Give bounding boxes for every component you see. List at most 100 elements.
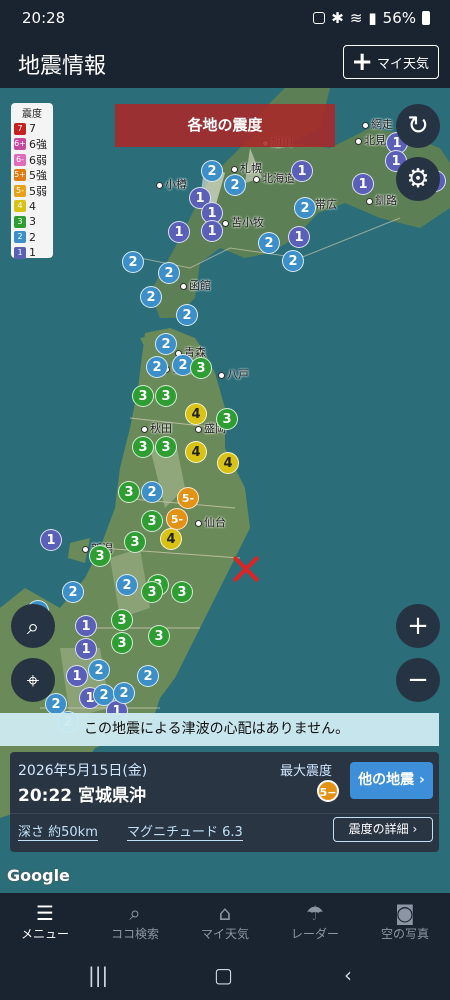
intensity-marker[interactable]: 3	[111, 632, 133, 654]
signal-icon: ▮	[368, 9, 377, 27]
home-button-icon[interactable]: ▢	[214, 963, 233, 987]
minus-icon: −	[407, 665, 429, 695]
google-logo: Google	[7, 866, 70, 885]
intensity-marker[interactable]: 3	[141, 581, 163, 603]
intensity-marker[interactable]: 2	[294, 197, 316, 219]
intensity-marker[interactable]: 2	[141, 481, 163, 503]
epicenter-marker	[231, 554, 261, 584]
add-my-weather-button[interactable]: + マイ天気	[343, 45, 439, 79]
intensity-marker[interactable]: 3	[155, 385, 177, 407]
recent-apps-icon[interactable]: |||	[88, 963, 108, 987]
intensity-marker[interactable]: 2	[155, 333, 177, 355]
intensity-marker[interactable]: 1	[75, 638, 97, 660]
intensity-banner: 各地の震度	[115, 104, 335, 147]
intensity-marker[interactable]: 3	[216, 408, 238, 430]
zoom-out-button[interactable]: −	[396, 658, 440, 702]
intensity-marker[interactable]: 2	[176, 304, 198, 326]
intensity-marker[interactable]: 4	[160, 528, 182, 550]
status-bar: 20:28 ✱ ≋ ▮ 56%	[0, 0, 450, 36]
search-icon: ⌕	[26, 615, 40, 640]
nav-label: マイ天気	[200, 927, 249, 941]
legend-label: 5弱	[29, 184, 47, 198]
intensity-marker[interactable]: 3	[111, 609, 133, 631]
quake-magnitude-link[interactable]: マグニチュード 6.3	[127, 821, 243, 841]
my-weather-label: マイ天気	[376, 56, 429, 72]
intensity-marker[interactable]: 4	[217, 452, 239, 474]
intensity-marker[interactable]: 1	[291, 160, 313, 182]
intensity-marker[interactable]: 2	[140, 286, 162, 308]
legend-title: 震度	[22, 109, 42, 120]
chevron-right-icon: ›	[412, 822, 418, 836]
intensity-marker[interactable]: 2	[88, 659, 110, 681]
intensity-marker[interactable]: 3	[155, 436, 177, 458]
intensity-detail-button[interactable]: 震度の詳細 ›	[333, 817, 433, 842]
intensity-marker[interactable]: 3	[132, 436, 154, 458]
intensity-marker[interactable]: 2	[146, 356, 168, 378]
max-intensity-badge: 5−	[317, 780, 339, 802]
search-map-button[interactable]: ⌕	[11, 604, 55, 648]
nav-my-weather[interactable]: ⌂ マイ天気	[180, 893, 270, 953]
nav-sky-photo[interactable]: ◙ 空の写真	[360, 893, 450, 953]
intensity-marker[interactable]: 1	[75, 615, 97, 637]
legend-swatch: 7	[14, 122, 26, 135]
intensity-marker[interactable]: 1	[352, 173, 374, 195]
battery-percent: 56%	[382, 9, 416, 27]
radar-icon: ☂	[306, 901, 324, 925]
refresh-button[interactable]: ↻	[396, 104, 440, 148]
nav-menu[interactable]: ☰ メニュー	[0, 893, 90, 953]
intensity-marker[interactable]: 1	[40, 529, 62, 551]
quake-date: 2026年5月15日(金)	[18, 763, 148, 779]
intensity-marker[interactable]: 2	[224, 174, 246, 196]
legend-swatch: 6+	[14, 138, 26, 151]
intensity-marker[interactable]: 3	[190, 357, 212, 379]
intensity-marker[interactable]: 3	[171, 581, 193, 603]
zoom-in-button[interactable]: +	[396, 604, 440, 648]
legend-row: 44	[14, 199, 50, 215]
intensity-marker[interactable]: 2	[122, 251, 144, 273]
home-icon: ⌂	[218, 901, 232, 925]
intensity-marker[interactable]: 3	[141, 510, 163, 532]
quake-depth-link[interactable]: 深さ 約50km	[18, 821, 98, 841]
nav-radar[interactable]: ☂ レーダー	[270, 893, 360, 953]
intensity-marker[interactable]: 3	[148, 625, 170, 647]
intensity-marker[interactable]: 2	[137, 665, 159, 687]
back-icon[interactable]: ‹	[344, 963, 352, 987]
intensity-marker[interactable]: 2	[113, 682, 135, 704]
settings-button[interactable]: ⚙	[396, 157, 440, 201]
quake-info-card: 2026年5月15日(金) 20:22 宮城県沖 最大震度 5− 他の地震 › …	[10, 752, 439, 852]
nav-koko-search[interactable]: ⌕ ココ検索	[90, 893, 180, 953]
intensity-marker[interactable]: 2	[258, 232, 280, 254]
legend-swatch: 3	[14, 215, 26, 228]
plus-icon: +	[407, 611, 429, 641]
intensity-marker[interactable]: 2	[116, 574, 138, 596]
intensity-marker[interactable]: 3	[89, 545, 111, 567]
app-header: 地震情報 + マイ天気	[0, 36, 450, 88]
legend-row: 5+ 5強	[14, 168, 50, 184]
intensity-marker[interactable]: 3	[118, 481, 140, 503]
legend-row: 33	[14, 214, 50, 230]
intensity-marker[interactable]: 5-	[166, 508, 188, 530]
intensity-marker[interactable]: 5-	[177, 487, 199, 509]
legend-row: 77	[14, 121, 50, 137]
intensity-marker[interactable]: 4	[185, 403, 207, 425]
intensity-marker[interactable]: 3	[124, 531, 146, 553]
intensity-marker[interactable]: 2	[158, 262, 180, 284]
legend-swatch: 5+	[14, 169, 26, 182]
intensity-marker[interactable]: 3	[132, 385, 154, 407]
nav-label: レーダー	[290, 927, 339, 941]
intensity-marker[interactable]: 1	[288, 226, 310, 248]
current-location-button[interactable]: ⌖	[11, 658, 55, 702]
intensity-marker[interactable]: 2	[201, 160, 223, 182]
other-quakes-button[interactable]: 他の地震 ›	[350, 762, 433, 799]
nav-label: ココ検索	[110, 927, 159, 941]
battery-icon	[422, 11, 430, 25]
intensity-marker[interactable]: 2	[282, 250, 304, 272]
nav-label: 空の写真	[380, 927, 429, 941]
intensity-marker[interactable]: 2	[62, 581, 84, 603]
intensity-marker[interactable]: 1	[66, 665, 88, 687]
intensity-marker[interactable]: 1	[168, 221, 190, 243]
place-abashiri: 網走	[362, 116, 393, 132]
intensity-marker[interactable]: 1	[201, 220, 223, 242]
intensity-marker[interactable]: 4	[185, 441, 207, 463]
place-hachinohe: 八戸	[218, 366, 249, 382]
